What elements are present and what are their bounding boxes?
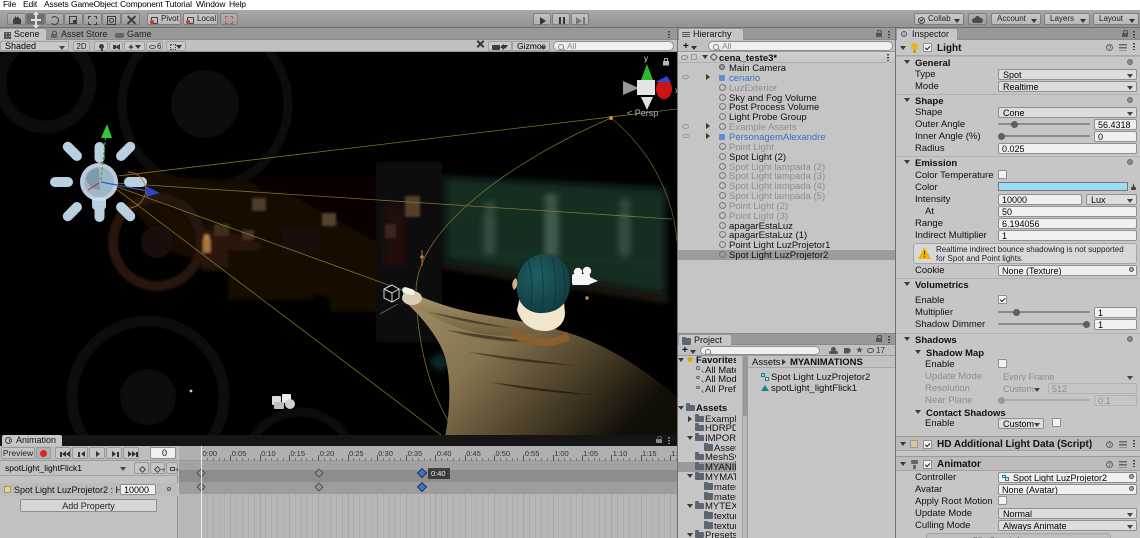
svg-text:0:40: 0:40 — [431, 469, 446, 478]
svg-text:y: y — [644, 54, 648, 63]
svg-text:< Persp: < Persp — [627, 108, 658, 118]
